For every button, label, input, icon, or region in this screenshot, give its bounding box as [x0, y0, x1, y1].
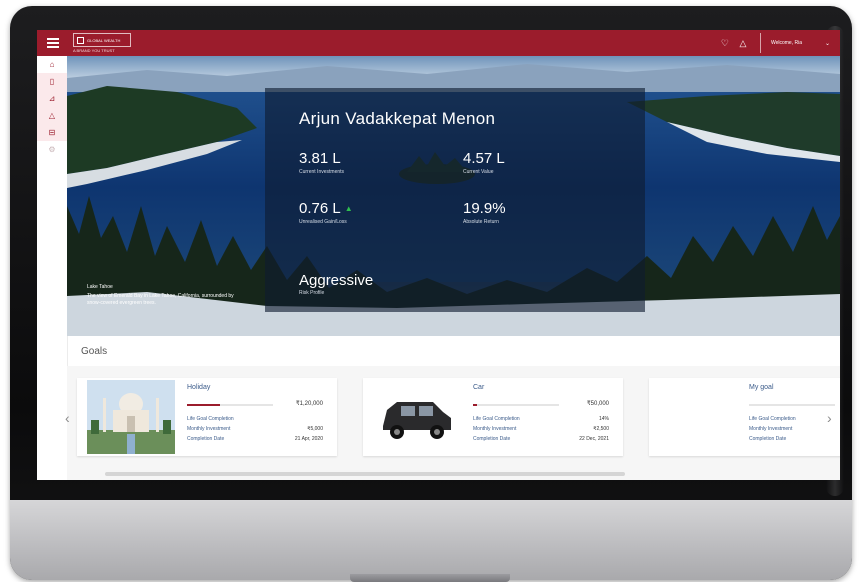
stat-label: Current Investments: [299, 169, 345, 175]
goal-row-label: Life Goal Completion: [473, 416, 520, 422]
top-bar: GLOBAL WEALTH A BRAND YOU TRUST ♡ △ Welc…: [37, 30, 840, 56]
carousel-prev-icon[interactable]: ‹: [65, 410, 70, 426]
stat-value: 19.9%: [463, 200, 506, 217]
goal-row-value: ₹2,500: [593, 426, 609, 432]
nav-settings[interactable]: ⚙: [37, 141, 67, 158]
brand-tagline: A BRAND YOU TRUST: [73, 48, 115, 53]
screen: GLOBAL WEALTH A BRAND YOU TRUST ♡ △ Welc…: [37, 30, 840, 480]
goal-card-car[interactable]: Car ₹50,000 Life Goal Completion 14% Mon…: [363, 378, 623, 456]
goal-row-value: ₹5,000: [307, 426, 323, 432]
stat-current-value: 4.57 L Current Value: [463, 150, 505, 175]
goal-row-label: Monthly Investment: [749, 426, 793, 432]
monitor-stand: [350, 574, 510, 582]
stat-label: Current Value: [463, 169, 494, 175]
goal-progress-fill: [473, 404, 478, 406]
brand-logo: GLOBAL WEALTH: [73, 33, 131, 47]
goal-name: Car: [473, 384, 485, 391]
settings-icon: ⚙: [48, 145, 56, 154]
bell-icon: △: [48, 111, 56, 120]
stat-value: 3.81 L: [299, 150, 341, 167]
topbar-divider: [759, 33, 761, 53]
goal-row-value: 22 Dec, 2021: [579, 436, 609, 442]
goals-carousel: ‹ Holiday ₹1,20,000 Life Goal Completion…: [65, 366, 840, 480]
goal-image-car: [373, 380, 461, 454]
chevron-down-icon[interactable]: ⌄: [825, 40, 830, 47]
goal-progress-bar: [749, 404, 835, 406]
carousel-next-icon[interactable]: ›: [827, 410, 832, 426]
goal-amount: ₹1,20,000: [295, 401, 323, 407]
risk-value: Aggressive: [299, 272, 374, 289]
hero-caption-text: The view of Emerald Bay in Lake Tahoe, C…: [87, 293, 234, 306]
side-nav: ⌂ ▯ ⊿ △ ⊟ ⚙: [37, 56, 68, 480]
heart-icon[interactable]: ♡: [716, 38, 734, 49]
goal-row-value: 21 Apr, 2020: [294, 436, 323, 442]
hero-banner: Lake Tahoe The view of Emerald Bay in La…: [67, 56, 840, 336]
goal-row-label: Completion Date: [749, 436, 787, 442]
chart-icon: ⊿: [48, 94, 56, 103]
monitor-chin: [10, 500, 852, 580]
goal-progress-bar: [473, 404, 559, 406]
brand[interactable]: GLOBAL WEALTH A BRAND YOU TRUST: [73, 33, 131, 53]
menu-icon[interactable]: [43, 30, 63, 56]
notification-bell-icon[interactable]: △: [734, 38, 752, 49]
goal-card-my-goal[interactable]: My goal Life Goal Completion Monthly Inv…: [649, 378, 840, 456]
risk-label: Risk Profile: [299, 290, 325, 296]
hero-caption-title: Lake Tahoe: [87, 284, 113, 290]
logo-mark-icon: [77, 36, 84, 44]
stat-value: 4.57 L: [463, 150, 505, 167]
stat-label: Absolute Return: [463, 219, 499, 225]
goal-row-label: Completion Date: [473, 436, 511, 442]
goal-row-label: Monthly Investment: [187, 426, 231, 432]
user-menu[interactable]: Welcome, Ria: [771, 40, 825, 46]
goal-amount: ₹50,000: [586, 401, 609, 407]
trend-up-icon: ▲: [344, 204, 353, 213]
topbar-actions: ♡ △ Welcome, Ria ⌄: [716, 30, 840, 56]
stat-unrealised-gain: 0.76 L ▲ Unrealised Gain/Loss: [299, 200, 353, 225]
brand-name: GLOBAL WEALTH: [87, 37, 121, 43]
goal-progress-bar: [187, 404, 273, 406]
calendar-icon: ⊟: [48, 128, 56, 137]
goal-row-label: Completion Date: [187, 436, 225, 442]
nav-reports[interactable]: ⊿: [37, 90, 67, 107]
nav-documents[interactable]: ▯: [37, 73, 67, 90]
stat-value: 0.76 L: [299, 200, 341, 217]
goal-row-label: Life Goal Completion: [187, 416, 234, 422]
goal-progress-fill: [187, 404, 220, 406]
goal-name: Holiday: [187, 384, 211, 391]
goal-card-holiday[interactable]: Holiday ₹1,20,000 Life Goal Completion M…: [77, 378, 337, 456]
nav-alerts[interactable]: △: [37, 107, 67, 124]
carousel-scrollbar[interactable]: [105, 472, 625, 476]
stat-absolute-return: 19.9% Absolute Return: [463, 200, 506, 225]
stat-value-row: 0.76 L ▲: [299, 200, 353, 217]
goal-row-value: 14%: [598, 416, 609, 422]
goal-name: My goal: [749, 384, 774, 391]
home-icon: ⌂: [49, 60, 55, 69]
goal-row-label: Life Goal Completion: [749, 416, 796, 422]
client-name: Arjun Vadakkepat Menon: [299, 109, 496, 128]
nav-calendar[interactable]: ⊟: [37, 124, 67, 141]
risk-profile: Aggressive Risk Profile: [299, 272, 373, 296]
document-icon: ▯: [49, 77, 55, 86]
nav-home[interactable]: ⌂: [37, 56, 67, 73]
hero-caption: Lake Tahoe The view of Emerald Bay in La…: [87, 284, 247, 307]
profile-summary-panel: Arjun Vadakkepat Menon 3.81 L Current In…: [265, 88, 645, 312]
goal-image-taj-mahal: [87, 380, 175, 454]
goals-section-title: Goals: [81, 346, 108, 357]
stat-current-investments: 3.81 L Current Investments: [299, 150, 344, 175]
goal-row-label: Monthly Investment: [473, 426, 517, 432]
stat-label: Unrealised Gain/Loss: [299, 219, 347, 225]
